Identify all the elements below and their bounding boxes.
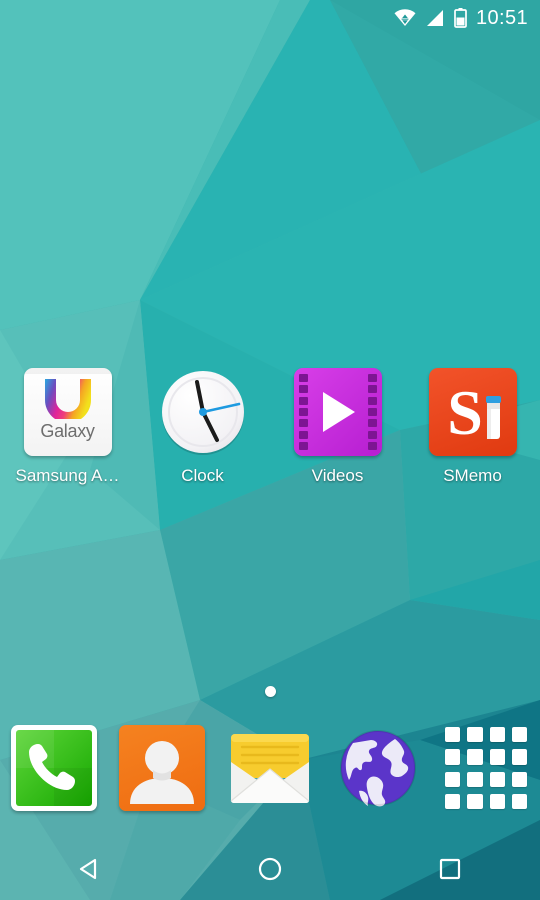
app-label: SMemo [443,466,502,485]
app-item-smemo[interactable]: S SMemo [405,368,540,503]
back-button[interactable] [0,838,180,900]
app-item-samsung-apps[interactable]: Galaxy Samsung A… [0,368,135,503]
signal-icon [426,10,443,26]
galaxy-apps-icon[interactable]: Galaxy [23,368,112,456]
videos-icon[interactable] [293,368,382,456]
app-label: Videos [311,466,364,485]
play-triangle-icon [323,392,356,432]
dock [0,718,540,818]
film-sprockets-right [366,368,379,456]
phone-icon[interactable] [11,725,97,811]
page-dot-1[interactable] [264,686,276,697]
apps-grid-icon[interactable] [443,725,529,811]
browser-globe-icon[interactable] [335,725,421,811]
circle-icon [258,857,282,881]
contacts-icon[interactable] [119,725,205,811]
battery-icon [454,8,467,28]
email-icon[interactable] [227,725,313,811]
square-icon [439,858,461,880]
app-icon-grid: Galaxy Samsung A… Clock Videos S SMemo [0,368,540,503]
clock-icon[interactable] [159,368,247,456]
film-sprockets-left [297,368,310,456]
smemo-icon[interactable]: S [428,368,517,456]
dock-item-email[interactable] [216,725,324,811]
recents-button[interactable] [360,838,540,900]
home-button[interactable] [180,838,360,900]
app-item-videos[interactable]: Videos [270,368,405,503]
dock-item-browser[interactable] [324,725,432,811]
home-screen: 10:51 Galaxy Samsung A… Clock Videos S S… [0,0,540,900]
status-time: 10:51 [475,6,528,29]
svg-text:S: S [447,377,483,448]
navigation-bar [0,838,540,900]
dock-item-contacts[interactable] [108,725,216,811]
app-label: Samsung A… [15,466,120,485]
page-indicator [0,686,540,697]
status-bar: 10:51 [0,0,540,36]
dock-item-phone[interactable] [0,725,108,811]
triangle-left-icon [79,858,97,880]
dock-item-app-drawer[interactable] [432,725,540,811]
app-label: Clock [181,466,224,485]
app-item-clock[interactable]: Clock [135,368,270,503]
galaxy-wordmark: Galaxy [40,421,95,441]
wifi-icon [394,9,416,26]
